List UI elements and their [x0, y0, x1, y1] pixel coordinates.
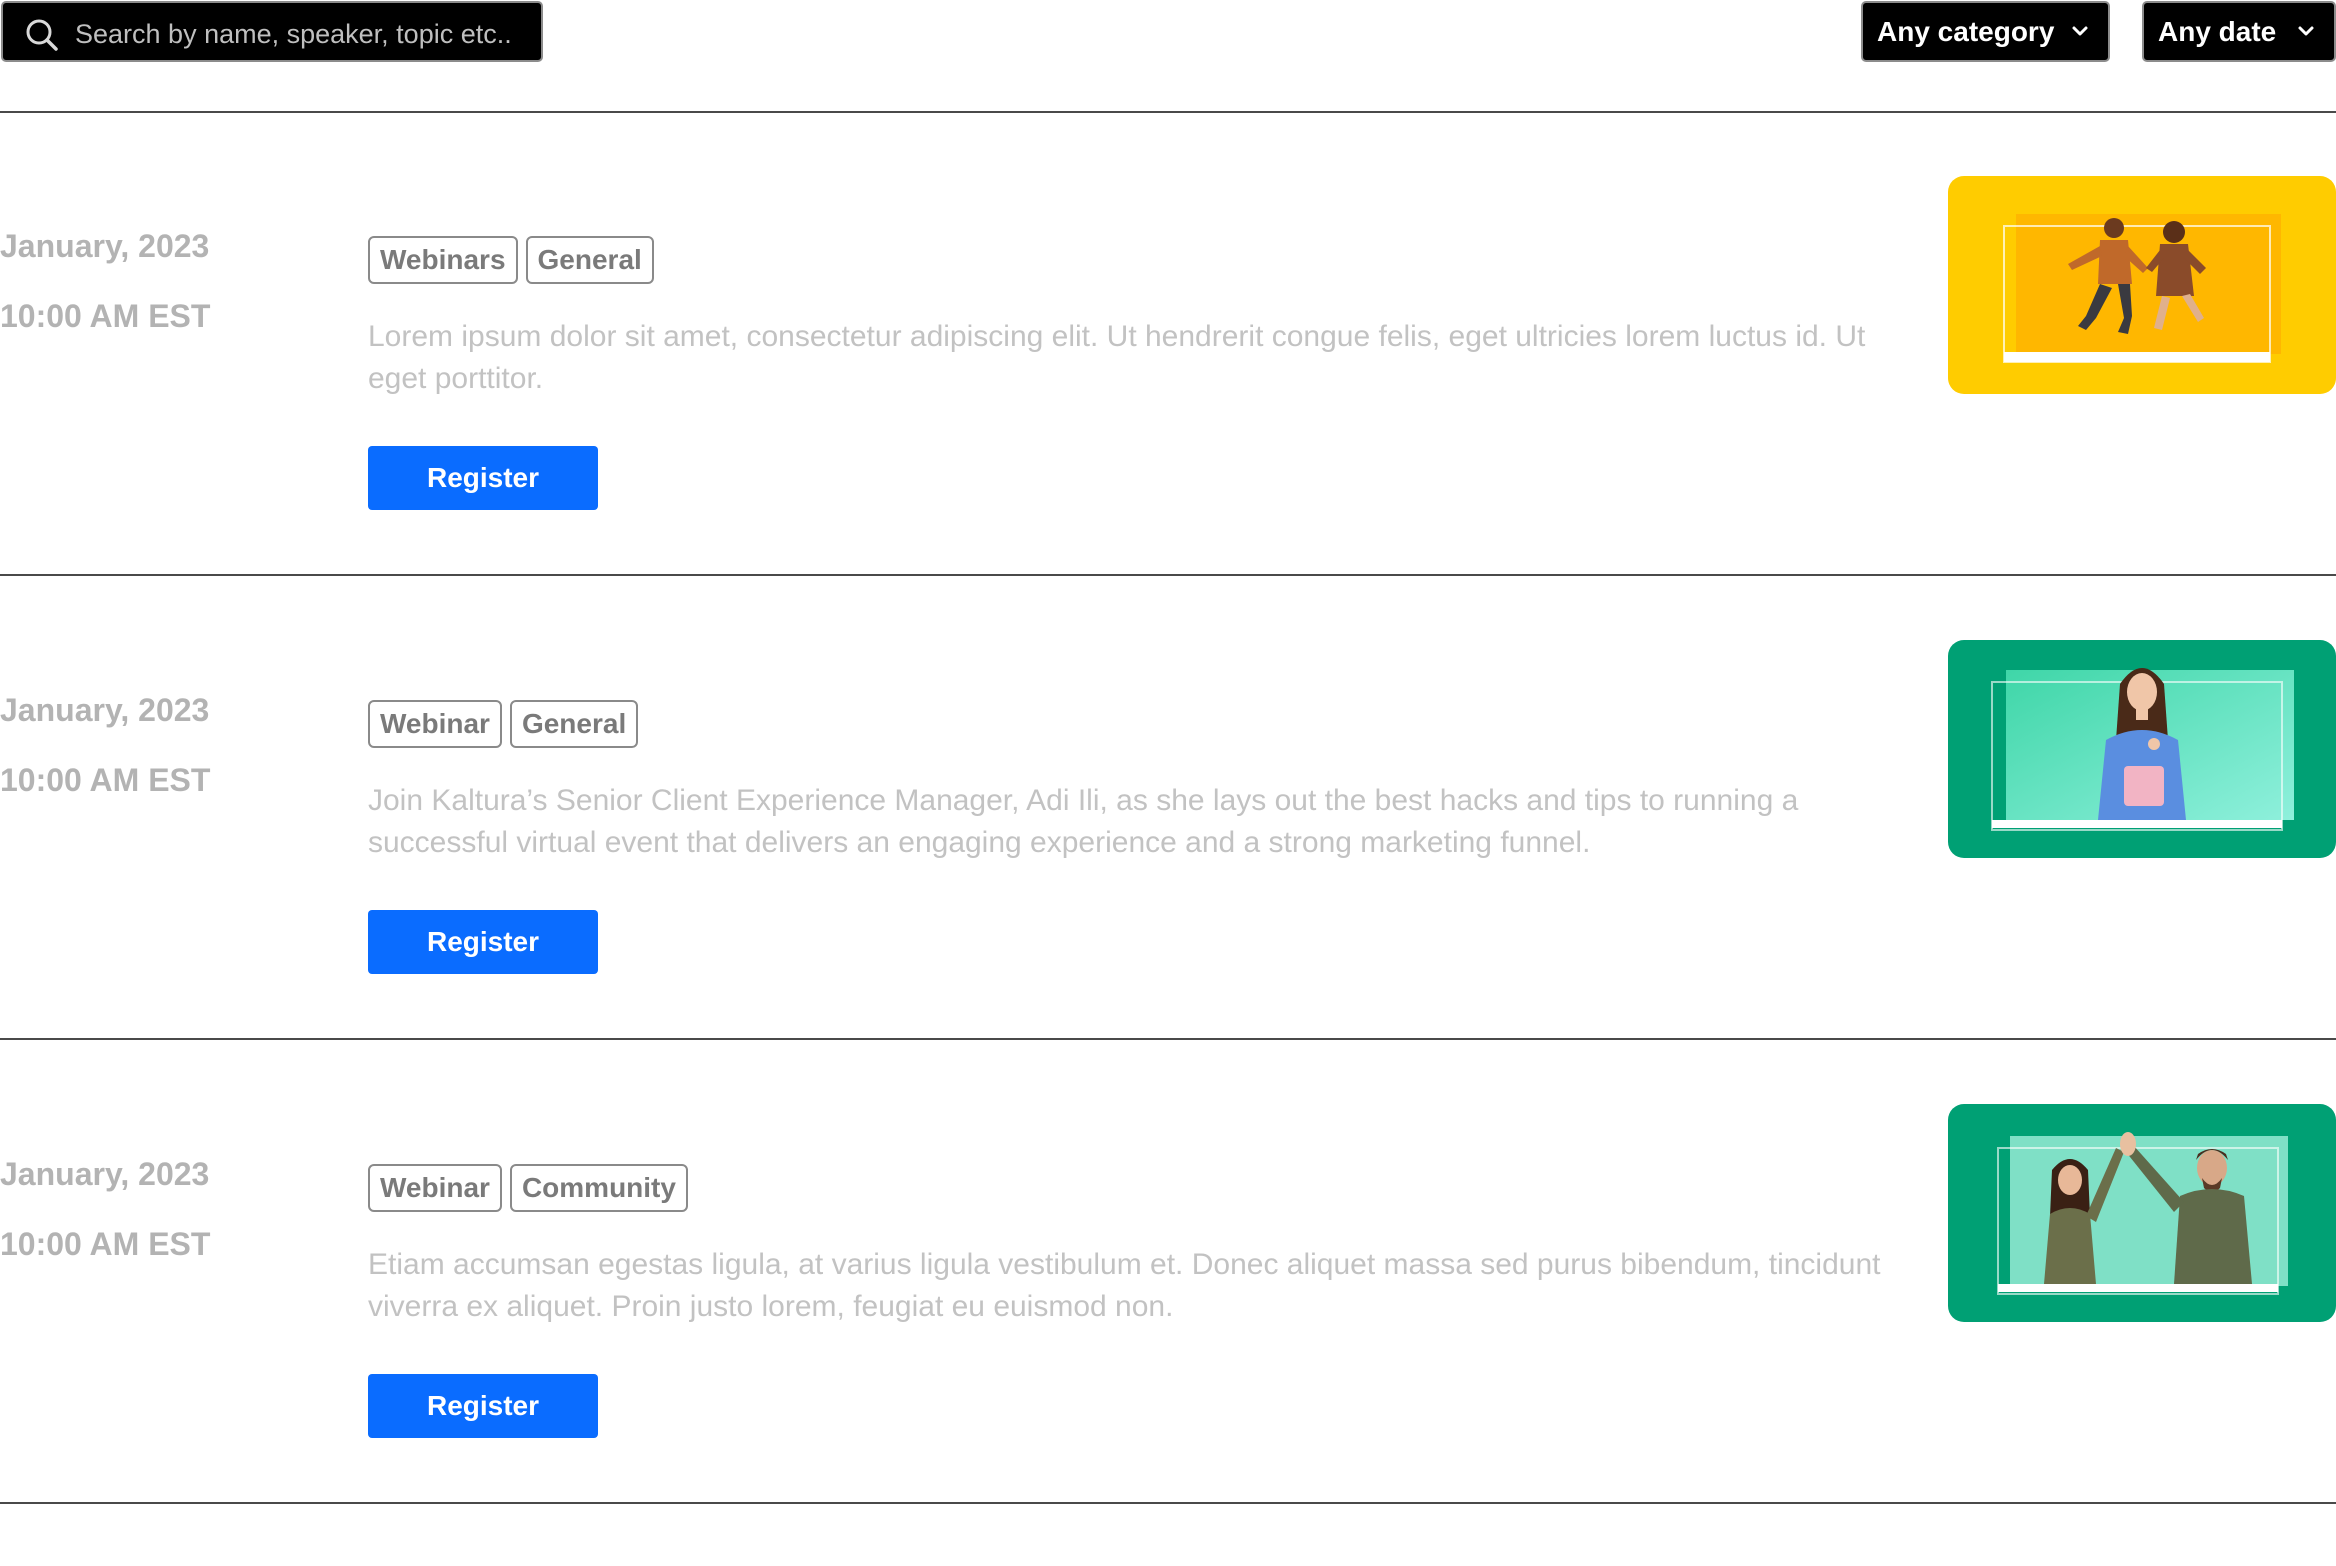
tag[interactable]: Webinar — [368, 700, 502, 748]
event-item: January, 2023 10:00 AM EST Webinars Gene… — [0, 176, 2336, 638]
tag[interactable]: General — [525, 236, 654, 284]
event-tags: Webinar Community — [368, 1164, 688, 1212]
jumping-couple-image — [1948, 176, 2336, 394]
event-thumbnail[interactable] — [1948, 640, 2336, 858]
chevron-down-icon — [2072, 26, 2088, 36]
event-item: January, 2023 10:00 AM EST Webinar Gener… — [0, 640, 2336, 1102]
event-description: Etiam accumsan egestas ligula, at varius… — [368, 1248, 1881, 1323]
event-tags: Webinars General — [368, 236, 654, 284]
woman-with-tablet-image — [1948, 640, 2336, 858]
event-thumbnail[interactable] — [1948, 176, 2336, 394]
register-button[interactable]: Register — [368, 910, 598, 974]
divider — [0, 1038, 2336, 1040]
search-icon — [26, 19, 58, 51]
high-five-image — [1948, 1104, 2336, 1322]
event-item: January, 2023 10:00 AM EST Webinar Commu… — [0, 1104, 2336, 1566]
event-time: 10:00 AM EST — [0, 298, 211, 334]
event-date: January, 2023 — [0, 692, 210, 728]
search-input[interactable] — [73, 9, 527, 59]
tag[interactable]: Webinars — [368, 236, 518, 284]
tag[interactable]: Webinar — [368, 1164, 502, 1212]
event-description: Lorem ipsum dolor sit amet, consectetur … — [368, 320, 1866, 395]
date-dropdown[interactable]: Any date — [2142, 1, 2336, 62]
chevron-down-icon — [2298, 26, 2314, 36]
category-dropdown-label: Any category — [1877, 15, 2055, 47]
date-dropdown-label: Any date — [2158, 15, 2277, 47]
tag[interactable]: General — [509, 700, 639, 748]
category-dropdown[interactable]: Any category — [1861, 1, 2110, 62]
event-description: Join Kaltura’s Senior Client Experience … — [368, 784, 1799, 859]
search-box[interactable] — [1, 1, 543, 62]
event-date: January, 2023 — [0, 1156, 210, 1192]
tag[interactable]: Community — [509, 1164, 688, 1212]
event-time: 10:00 AM EST — [0, 762, 211, 798]
register-button[interactable]: Register — [368, 1374, 598, 1438]
event-tags: Webinar General — [368, 700, 639, 748]
event-thumbnail[interactable] — [1948, 1104, 2336, 1322]
event-date: January, 2023 — [0, 228, 210, 264]
register-button[interactable]: Register — [368, 446, 598, 510]
divider — [0, 111, 2336, 113]
filter-bar: Any category Any date — [0, 0, 2336, 112]
divider — [0, 574, 2336, 576]
event-time: 10:00 AM EST — [0, 1226, 211, 1262]
